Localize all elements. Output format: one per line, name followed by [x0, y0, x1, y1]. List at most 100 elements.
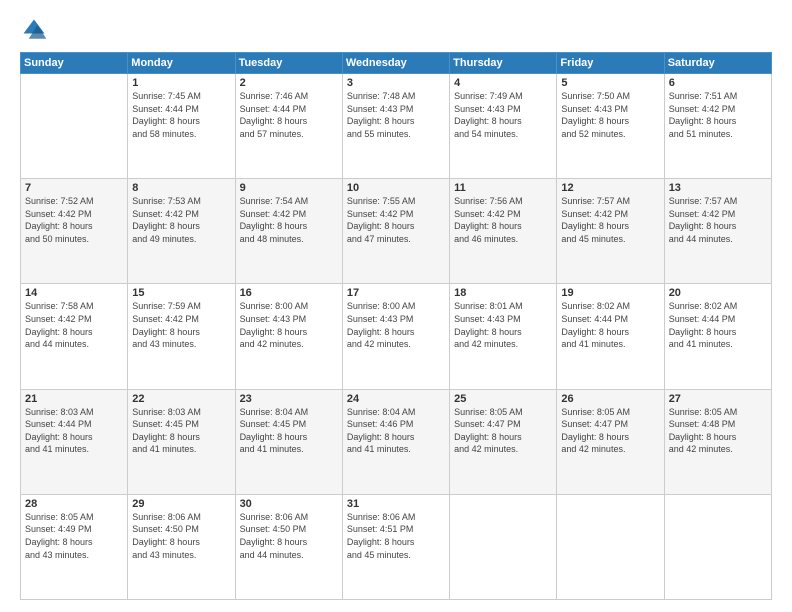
day-info: Sunrise: 8:01 AM Sunset: 4:43 PM Dayligh…: [454, 300, 552, 350]
calendar-cell: [21, 74, 128, 179]
day-number: 2: [240, 77, 338, 89]
day-info: Sunrise: 8:03 AM Sunset: 4:44 PM Dayligh…: [25, 406, 123, 456]
day-info: Sunrise: 8:00 AM Sunset: 4:43 PM Dayligh…: [240, 300, 338, 350]
day-info: Sunrise: 7:55 AM Sunset: 4:42 PM Dayligh…: [347, 195, 445, 245]
calendar-cell: 11Sunrise: 7:56 AM Sunset: 4:42 PM Dayli…: [450, 179, 557, 284]
day-number: 10: [347, 182, 445, 194]
day-number: 9: [240, 182, 338, 194]
day-info: Sunrise: 7:50 AM Sunset: 4:43 PM Dayligh…: [561, 90, 659, 140]
day-number: 12: [561, 182, 659, 194]
day-number: 30: [240, 498, 338, 510]
day-number: 18: [454, 287, 552, 299]
calendar-table: SundayMondayTuesdayWednesdayThursdayFrid…: [20, 52, 772, 600]
calendar-day-header: Saturday: [664, 53, 771, 74]
calendar-cell: 29Sunrise: 8:06 AM Sunset: 4:50 PM Dayli…: [128, 494, 235, 599]
calendar-cell: 27Sunrise: 8:05 AM Sunset: 4:48 PM Dayli…: [664, 389, 771, 494]
calendar-cell: 31Sunrise: 8:06 AM Sunset: 4:51 PM Dayli…: [342, 494, 449, 599]
calendar-cell: 5Sunrise: 7:50 AM Sunset: 4:43 PM Daylig…: [557, 74, 664, 179]
calendar-week-row: 1Sunrise: 7:45 AM Sunset: 4:44 PM Daylig…: [21, 74, 772, 179]
calendar-cell: 26Sunrise: 8:05 AM Sunset: 4:47 PM Dayli…: [557, 389, 664, 494]
day-number: 13: [669, 182, 767, 194]
day-number: 25: [454, 393, 552, 405]
calendar-cell: 18Sunrise: 8:01 AM Sunset: 4:43 PM Dayli…: [450, 284, 557, 389]
day-number: 17: [347, 287, 445, 299]
calendar-day-header: Tuesday: [235, 53, 342, 74]
logo: [20, 16, 52, 44]
day-info: Sunrise: 7:49 AM Sunset: 4:43 PM Dayligh…: [454, 90, 552, 140]
day-number: 7: [25, 182, 123, 194]
page: SundayMondayTuesdayWednesdayThursdayFrid…: [0, 0, 792, 612]
day-info: Sunrise: 8:05 AM Sunset: 4:48 PM Dayligh…: [669, 406, 767, 456]
header: [20, 16, 772, 44]
calendar-day-header: Wednesday: [342, 53, 449, 74]
calendar-cell: 17Sunrise: 8:00 AM Sunset: 4:43 PM Dayli…: [342, 284, 449, 389]
day-number: 27: [669, 393, 767, 405]
day-number: 11: [454, 182, 552, 194]
day-info: Sunrise: 8:04 AM Sunset: 4:46 PM Dayligh…: [347, 406, 445, 456]
day-number: 16: [240, 287, 338, 299]
calendar-week-row: 14Sunrise: 7:58 AM Sunset: 4:42 PM Dayli…: [21, 284, 772, 389]
day-number: 14: [25, 287, 123, 299]
day-info: Sunrise: 8:00 AM Sunset: 4:43 PM Dayligh…: [347, 300, 445, 350]
calendar-cell: 22Sunrise: 8:03 AM Sunset: 4:45 PM Dayli…: [128, 389, 235, 494]
day-info: Sunrise: 7:46 AM Sunset: 4:44 PM Dayligh…: [240, 90, 338, 140]
day-info: Sunrise: 7:56 AM Sunset: 4:42 PM Dayligh…: [454, 195, 552, 245]
calendar-cell: 3Sunrise: 7:48 AM Sunset: 4:43 PM Daylig…: [342, 74, 449, 179]
calendar-cell: 4Sunrise: 7:49 AM Sunset: 4:43 PM Daylig…: [450, 74, 557, 179]
calendar-cell: 9Sunrise: 7:54 AM Sunset: 4:42 PM Daylig…: [235, 179, 342, 284]
day-number: 26: [561, 393, 659, 405]
day-info: Sunrise: 8:06 AM Sunset: 4:51 PM Dayligh…: [347, 511, 445, 561]
calendar-cell: 19Sunrise: 8:02 AM Sunset: 4:44 PM Dayli…: [557, 284, 664, 389]
day-number: 15: [132, 287, 230, 299]
day-info: Sunrise: 8:05 AM Sunset: 4:49 PM Dayligh…: [25, 511, 123, 561]
calendar-week-row: 7Sunrise: 7:52 AM Sunset: 4:42 PM Daylig…: [21, 179, 772, 284]
calendar-day-header: Monday: [128, 53, 235, 74]
calendar-cell: 24Sunrise: 8:04 AM Sunset: 4:46 PM Dayli…: [342, 389, 449, 494]
day-info: Sunrise: 7:58 AM Sunset: 4:42 PM Dayligh…: [25, 300, 123, 350]
day-info: Sunrise: 8:03 AM Sunset: 4:45 PM Dayligh…: [132, 406, 230, 456]
day-info: Sunrise: 7:57 AM Sunset: 4:42 PM Dayligh…: [669, 195, 767, 245]
calendar-cell: 7Sunrise: 7:52 AM Sunset: 4:42 PM Daylig…: [21, 179, 128, 284]
day-number: 29: [132, 498, 230, 510]
calendar-cell: 14Sunrise: 7:58 AM Sunset: 4:42 PM Dayli…: [21, 284, 128, 389]
day-info: Sunrise: 7:54 AM Sunset: 4:42 PM Dayligh…: [240, 195, 338, 245]
calendar-cell: 15Sunrise: 7:59 AM Sunset: 4:42 PM Dayli…: [128, 284, 235, 389]
calendar-cell: 12Sunrise: 7:57 AM Sunset: 4:42 PM Dayli…: [557, 179, 664, 284]
day-number: 31: [347, 498, 445, 510]
calendar-day-header: Thursday: [450, 53, 557, 74]
day-number: 19: [561, 287, 659, 299]
day-number: 4: [454, 77, 552, 89]
day-info: Sunrise: 7:59 AM Sunset: 4:42 PM Dayligh…: [132, 300, 230, 350]
calendar-cell: 13Sunrise: 7:57 AM Sunset: 4:42 PM Dayli…: [664, 179, 771, 284]
day-info: Sunrise: 8:02 AM Sunset: 4:44 PM Dayligh…: [669, 300, 767, 350]
day-number: 23: [240, 393, 338, 405]
day-info: Sunrise: 8:05 AM Sunset: 4:47 PM Dayligh…: [561, 406, 659, 456]
day-info: Sunrise: 8:04 AM Sunset: 4:45 PM Dayligh…: [240, 406, 338, 456]
day-number: 20: [669, 287, 767, 299]
day-number: 5: [561, 77, 659, 89]
calendar-cell: [557, 494, 664, 599]
calendar-cell: 25Sunrise: 8:05 AM Sunset: 4:47 PM Dayli…: [450, 389, 557, 494]
day-number: 6: [669, 77, 767, 89]
day-number: 28: [25, 498, 123, 510]
calendar-cell: [450, 494, 557, 599]
calendar-week-row: 21Sunrise: 8:03 AM Sunset: 4:44 PM Dayli…: [21, 389, 772, 494]
day-info: Sunrise: 7:57 AM Sunset: 4:42 PM Dayligh…: [561, 195, 659, 245]
day-number: 24: [347, 393, 445, 405]
calendar-day-header: Friday: [557, 53, 664, 74]
day-info: Sunrise: 7:48 AM Sunset: 4:43 PM Dayligh…: [347, 90, 445, 140]
calendar-cell: 2Sunrise: 7:46 AM Sunset: 4:44 PM Daylig…: [235, 74, 342, 179]
day-info: Sunrise: 7:52 AM Sunset: 4:42 PM Dayligh…: [25, 195, 123, 245]
calendar-cell: 16Sunrise: 8:00 AM Sunset: 4:43 PM Dayli…: [235, 284, 342, 389]
calendar-week-row: 28Sunrise: 8:05 AM Sunset: 4:49 PM Dayli…: [21, 494, 772, 599]
calendar-cell: 8Sunrise: 7:53 AM Sunset: 4:42 PM Daylig…: [128, 179, 235, 284]
day-number: 8: [132, 182, 230, 194]
day-info: Sunrise: 8:06 AM Sunset: 4:50 PM Dayligh…: [240, 511, 338, 561]
calendar-cell: 6Sunrise: 7:51 AM Sunset: 4:42 PM Daylig…: [664, 74, 771, 179]
calendar-cell: 1Sunrise: 7:45 AM Sunset: 4:44 PM Daylig…: [128, 74, 235, 179]
calendar-cell: 20Sunrise: 8:02 AM Sunset: 4:44 PM Dayli…: [664, 284, 771, 389]
day-info: Sunrise: 8:05 AM Sunset: 4:47 PM Dayligh…: [454, 406, 552, 456]
calendar-cell: 28Sunrise: 8:05 AM Sunset: 4:49 PM Dayli…: [21, 494, 128, 599]
day-info: Sunrise: 7:53 AM Sunset: 4:42 PM Dayligh…: [132, 195, 230, 245]
calendar-header-row: SundayMondayTuesdayWednesdayThursdayFrid…: [21, 53, 772, 74]
